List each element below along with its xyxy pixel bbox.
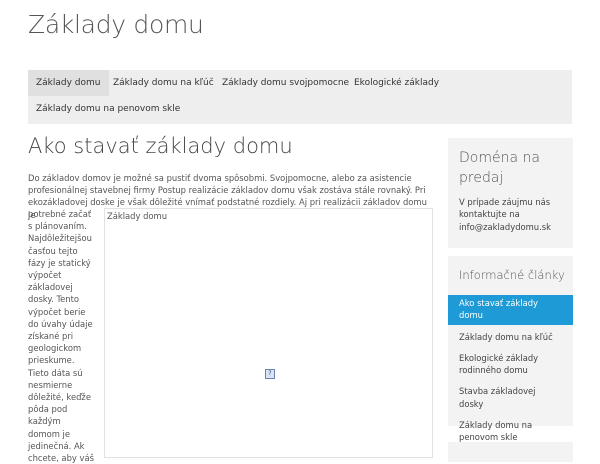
figure-caption: Základy domu — [107, 211, 168, 221]
side-text-line: každým — [28, 416, 61, 427]
side-text-line: dôležité, keďže — [28, 392, 91, 403]
side-text-line: výpočet — [28, 270, 62, 281]
side-text-line: základovej — [28, 282, 73, 293]
article-link-zakladova-doska[interactable]: Stavba základovej dosky — [448, 383, 573, 413]
nav-item-penove-sklo[interactable]: Základy domu na penovom skle — [28, 96, 188, 122]
widget-next — [448, 442, 573, 462]
side-text-line: nesmierne — [28, 379, 73, 390]
article-link-na-kluc[interactable]: Základy domu na kľúč — [448, 329, 573, 346]
widget-articles: Informačné články Ako stavať základy dom… — [448, 256, 573, 442]
side-text-line: dosky. Tento — [28, 294, 79, 305]
side-text-line: do úvahy údaje — [28, 318, 93, 329]
article-link-ako-stavat[interactable]: Ako stavať základy domu — [448, 295, 573, 325]
widget-domain-sale: Doména na predaj V prípade záujmu nás ko… — [448, 138, 573, 248]
side-text-line: Tieto dáta sú — [28, 367, 83, 378]
side-text-line: pôda pod — [28, 404, 68, 415]
main-navigation: Základy domu Základy domu na kľúč Základ… — [28, 70, 572, 124]
article-links: Ako stavať základy domu Základy domu na … — [448, 295, 573, 451]
nav-item-na-kluc[interactable]: Základy domu na kľúč — [105, 70, 222, 96]
side-text-line: jedinečná. Ak — [28, 440, 85, 451]
article-figure: Základy domu ? — [104, 208, 433, 458]
widget-title-articles: Informačné články — [459, 268, 565, 282]
broken-image-icon: ? — [265, 369, 275, 379]
side-text-line: prieskume. — [28, 355, 75, 366]
nav-item-svojpomocne[interactable]: Základy domu svojpomocne — [214, 70, 357, 96]
side-text-line: časťou tejto — [28, 245, 78, 256]
side-text-line: získané pri — [28, 331, 74, 342]
article-title: Ako stavať základy domu — [28, 134, 293, 158]
side-text-line: chcete, aby váš — [28, 453, 94, 464]
article-link-ekologicke[interactable]: Ekologické základy rodinného domu — [448, 350, 573, 380]
nav-item-ekologicke[interactable]: Ekologické základy — [346, 70, 447, 96]
side-text-line: s plánovaním. — [28, 221, 87, 232]
nav-item-zaklady-domu[interactable]: Základy domu — [28, 70, 109, 96]
site-title[interactable]: Základy domu — [28, 10, 204, 39]
side-text-line: potrebné začať — [28, 209, 92, 219]
side-text-line: domom je — [28, 428, 71, 439]
side-text-line: fázy je statický — [28, 257, 91, 268]
widget-contact-text: V prípade záujmu nás kontaktujte na info… — [459, 197, 551, 232]
widget-title-domain: Doména na predaj — [459, 150, 540, 186]
side-text-line: Najdôležitejšou — [28, 233, 92, 244]
article-side-text: potrebné začať s plánovaním. Najdôležitejš… — [28, 208, 100, 464]
side-text-line: výpočet berie — [28, 306, 86, 317]
side-text-line: geologickom — [28, 343, 82, 354]
